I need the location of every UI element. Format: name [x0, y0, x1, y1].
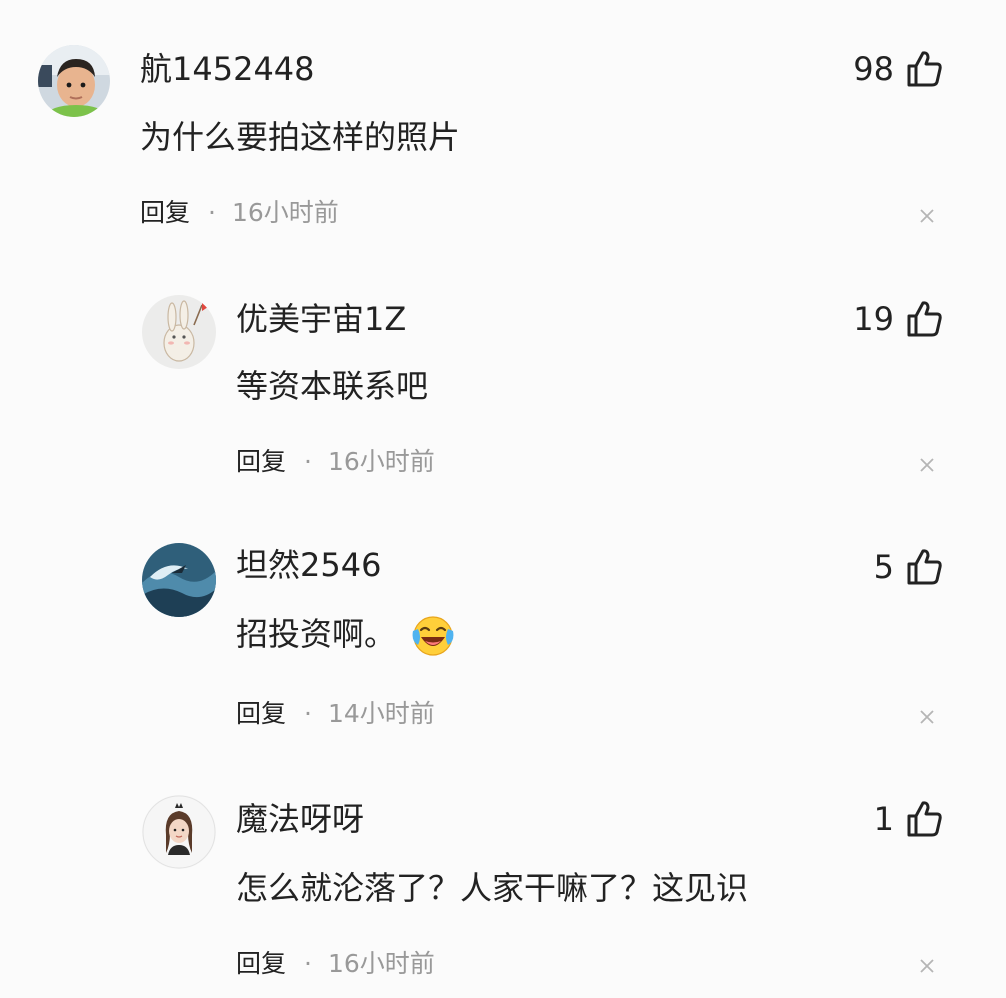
timestamp: 16小时前: [327, 447, 435, 476]
like-count: 1: [873, 800, 894, 838]
reply-button[interactable]: 回复: [236, 699, 286, 728]
like-button[interactable]: 1: [874, 797, 942, 841]
separator-dot: ·: [208, 198, 216, 227]
username[interactable]: 坦然2546: [236, 545, 381, 585]
username[interactable]: 优美宇宙1Z: [236, 299, 406, 339]
comment-text: 怎么就沦落了？人家干嘛了？这见识: [236, 869, 749, 907]
thumbs-up-icon: [907, 549, 942, 585]
reply-button[interactable]: 回复: [140, 198, 190, 227]
thumbs-up-icon: [907, 51, 942, 87]
close-icon[interactable]: [918, 207, 936, 225]
avatar[interactable]: [142, 295, 216, 369]
like-count: 19: [853, 300, 894, 338]
comment-item: 航1452448 98 为什么要拍这样的照片 回复 · 16小时前: [0, 0, 1006, 250]
like-count: 5: [873, 548, 894, 586]
timestamp: 14小时前: [327, 699, 435, 728]
close-icon[interactable]: [918, 456, 936, 474]
comment-text: 等资本联系吧: [236, 367, 429, 405]
comment-item: 魔法呀呀 1 怎么就沦落了？人家干嘛了？这见识 回复 · 16小时前: [0, 750, 1006, 998]
like-button[interactable]: 5: [874, 545, 942, 589]
separator-dot: ·: [304, 949, 312, 978]
comment-text-content: 招投资啊。: [236, 615, 397, 653]
avatar[interactable]: [142, 543, 216, 617]
thumbs-up-icon: [907, 301, 942, 337]
avatar[interactable]: [38, 45, 110, 117]
comment-item: 坦然2546 5 招投资啊。 回复 · 14小时前: [0, 500, 1006, 750]
comment-meta: 回复 · 16小时前: [140, 197, 339, 229]
crying-laughing-emoji: [412, 616, 454, 656]
comment-item: 优美宇宙1Z 19 等资本联系吧 回复 · 16小时前: [0, 250, 1006, 500]
thumbs-up-icon: [907, 801, 942, 837]
comment-text: 招投资啊。: [236, 614, 456, 657]
close-icon[interactable]: [918, 708, 936, 726]
reply-button[interactable]: 回复: [236, 949, 286, 978]
comment-meta: 回复 · 16小时前: [236, 948, 435, 980]
like-count: 98: [853, 50, 894, 88]
close-icon[interactable]: [918, 957, 936, 975]
reply-button[interactable]: 回复: [236, 447, 286, 476]
timestamp: 16小时前: [327, 949, 435, 978]
comment-text: 为什么要拍这样的照片: [140, 118, 461, 156]
like-button[interactable]: 19: [853, 297, 942, 341]
comment-meta: 回复 · 14小时前: [236, 698, 435, 730]
separator-dot: ·: [304, 447, 312, 476]
username[interactable]: 航1452448: [140, 49, 315, 89]
avatar[interactable]: [142, 795, 216, 869]
comment-meta: 回复 · 16小时前: [236, 446, 435, 478]
like-button[interactable]: 98: [853, 47, 942, 91]
timestamp: 16小时前: [231, 198, 339, 227]
username[interactable]: 魔法呀呀: [236, 799, 364, 839]
separator-dot: ·: [304, 699, 312, 728]
